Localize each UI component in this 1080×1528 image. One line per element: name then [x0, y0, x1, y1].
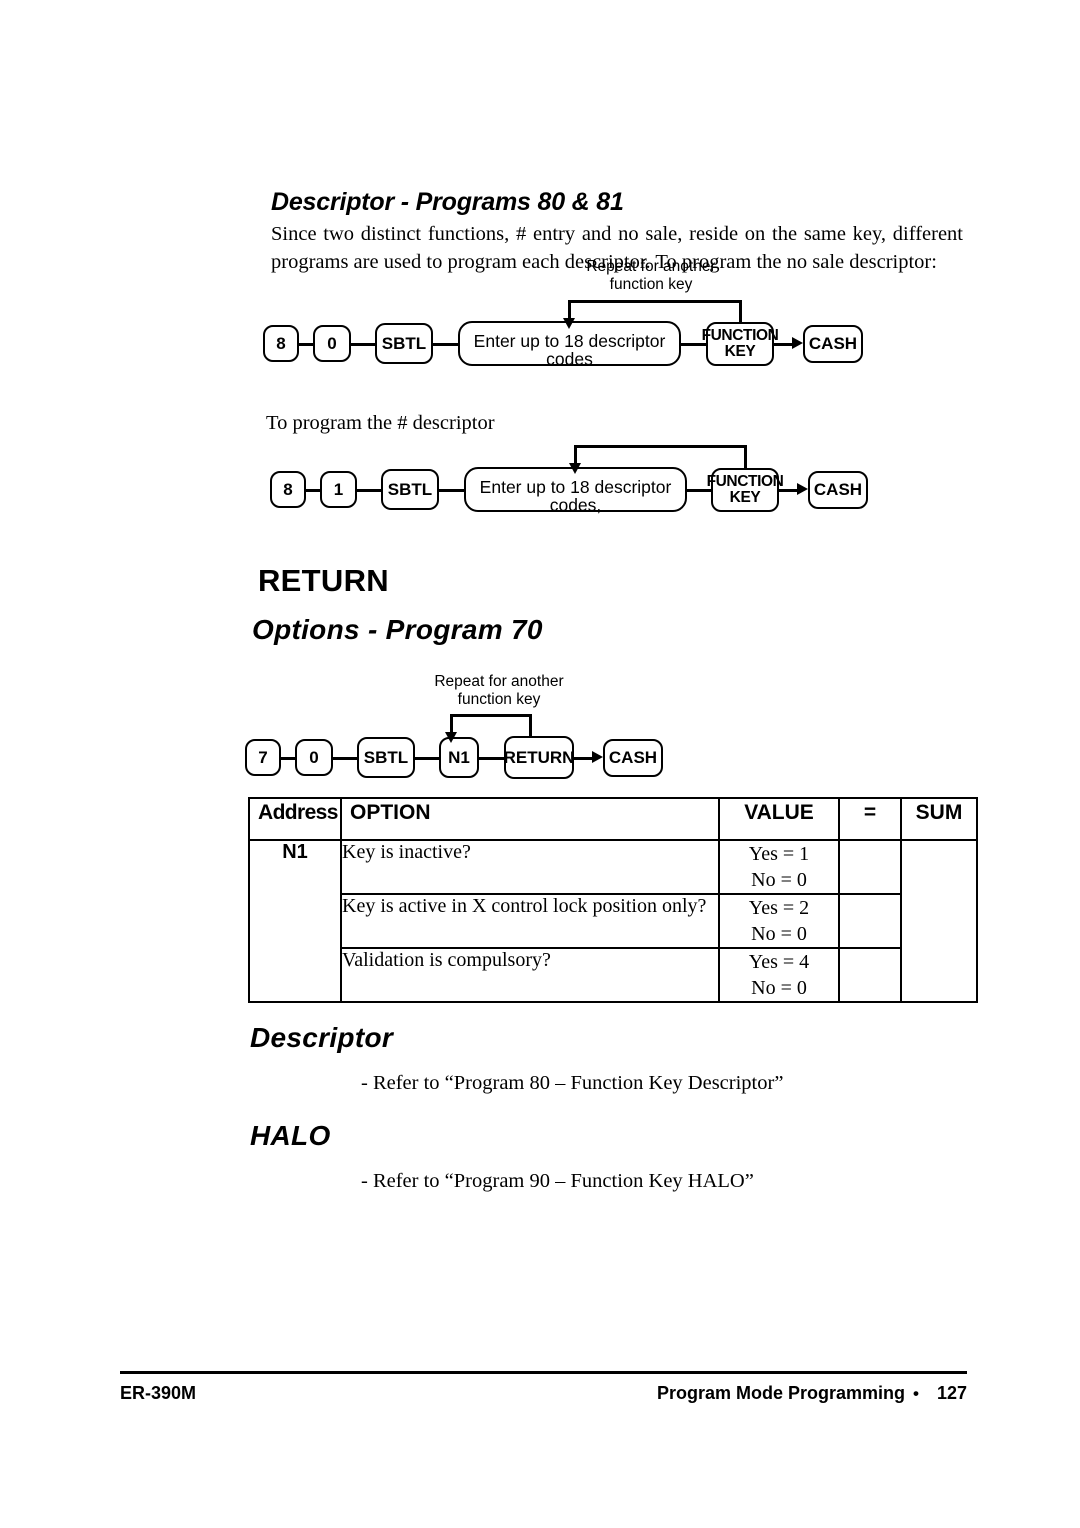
flow2-arrowhead-cash	[797, 482, 808, 495]
column-header-option: OPTION	[340, 797, 720, 841]
flow3-conn-2	[333, 757, 357, 760]
flow3-loop-label: Repeat for another function key	[434, 673, 564, 708]
flow3-conn-4	[479, 757, 504, 760]
flow1-node-sbtl[interactable]: SBTL	[375, 323, 433, 364]
flow1-loop-vline-left	[568, 300, 571, 320]
cell-sum[interactable]	[900, 839, 978, 1003]
flow3-node-sbtl[interactable]: SBTL	[357, 737, 415, 778]
document-page: Descriptor - Programs 80 & 81 Since two …	[0, 0, 1080, 1528]
cell-equals-0[interactable]	[838, 839, 902, 895]
flow3-conn-5	[574, 757, 594, 760]
table-row: Key is active in X control lock position…	[249, 893, 977, 949]
flow3-node-0[interactable]: 0	[295, 739, 333, 776]
flow3-conn-1	[281, 757, 295, 760]
cell-value-2: Yes = 4 No = 0	[718, 947, 840, 1003]
flow1-loop-arrowhead	[562, 318, 575, 329]
flow1-node-cash[interactable]: CASH	[803, 325, 863, 363]
flow1-conn-1	[299, 343, 313, 346]
footer-right-group: Program Mode Programming • 127	[657, 1383, 967, 1404]
flow2-conn-1	[306, 489, 320, 492]
options-table: Address OPTION VALUE = SUM N1 Key is ina…	[248, 797, 978, 1003]
flow3-node-cash[interactable]: CASH	[603, 739, 663, 777]
flow2-node-function-key[interactable]: FUNCTION KEY	[707, 468, 784, 512]
cell-option-2: Validation is compulsory?	[340, 947, 720, 1003]
flow1-loop-hline	[568, 300, 742, 303]
heading-halo: HALO	[250, 1120, 331, 1151]
cell-option-1: Key is active in X control lock position…	[340, 893, 720, 949]
flow2-node-1[interactable]: 1	[320, 471, 357, 508]
footer-divider	[120, 1371, 967, 1374]
flow2-conn-2	[357, 489, 381, 492]
cell-address-n1: N1	[248, 839, 342, 1003]
footer-model: ER-390M	[120, 1383, 197, 1403]
table-row: Validation is compulsory? Yes = 4 No = 0	[249, 947, 977, 1003]
table-header-row: Address OPTION VALUE = SUM	[248, 797, 978, 841]
flow2-conn-3	[439, 489, 464, 492]
flow2-node-sbtl[interactable]: SBTL	[381, 469, 439, 510]
flow3-arrowhead-cash	[592, 750, 603, 763]
flow2-loop-arrowhead	[568, 463, 581, 474]
column-header-equals: =	[838, 797, 902, 841]
flow1-node-function-key[interactable]: FUNCTION KEY	[702, 322, 779, 366]
cell-value-no-0: No = 0	[751, 869, 807, 891]
flow2-node-8[interactable]: 8	[270, 471, 306, 508]
flow1-node-8[interactable]: 8	[263, 325, 299, 362]
cell-value-yes-1: Yes = 2	[748, 897, 810, 919]
flow2-loop-vline-left	[574, 445, 577, 465]
cell-equals-2[interactable]	[838, 947, 902, 1003]
cell-value-no-2: No = 0	[751, 977, 807, 999]
cell-option-0: Key is inactive?	[340, 839, 720, 895]
heading-descriptor: Descriptor	[250, 1022, 394, 1053]
flow1-conn-3	[433, 343, 458, 346]
column-header-address: Address	[248, 797, 342, 841]
flow1-conn-2	[351, 343, 375, 346]
cell-value-0: Yes = 1 No = 0	[718, 839, 840, 895]
cell-value-1: Yes = 2 No = 0	[718, 893, 840, 949]
flow3-loop-hline	[450, 714, 532, 717]
flow1-loop-vline-right	[739, 300, 742, 324]
column-header-value: VALUE	[718, 797, 840, 841]
flow3-loop-arrowhead	[444, 732, 457, 743]
cell-value-yes-0: Yes = 1	[748, 843, 810, 865]
flow3-node-7[interactable]: 7	[245, 739, 281, 776]
cell-equals-1[interactable]	[838, 893, 902, 949]
table-row: N1 Key is inactive? Yes = 1 No = 0	[248, 839, 978, 1003]
flow3-node-return[interactable]: RETURN	[504, 736, 574, 779]
cell-value-no-1: No = 0	[751, 923, 807, 945]
flow3-loop-vline-left	[450, 714, 453, 734]
footer-page-number: 127	[936, 1383, 967, 1403]
flow1-node-0[interactable]: 0	[313, 325, 351, 362]
flow3-conn-3	[415, 757, 439, 760]
flow2-node-cash[interactable]: CASH	[808, 471, 868, 509]
text-descriptor-reference: - Refer to “Program 80 – Function Key De…	[361, 1072, 784, 1094]
footer-title: Program Mode Programming	[656, 1383, 905, 1403]
cell-value-yes-2: Yes = 4	[748, 951, 810, 973]
flow3-node-n1[interactable]: N1	[439, 737, 479, 778]
column-header-sum: SUM	[900, 797, 978, 841]
text-halo-reference: - Refer to “Program 90 – Function Key HA…	[361, 1170, 754, 1192]
flow1-arrowhead-cash	[792, 336, 803, 349]
flow2-loop-hline	[574, 445, 747, 448]
flowchart-program-70: Repeat for another function key 7 0 SBTL…	[0, 0, 1080, 1528]
footer-bullet-icon: •	[913, 1384, 919, 1403]
